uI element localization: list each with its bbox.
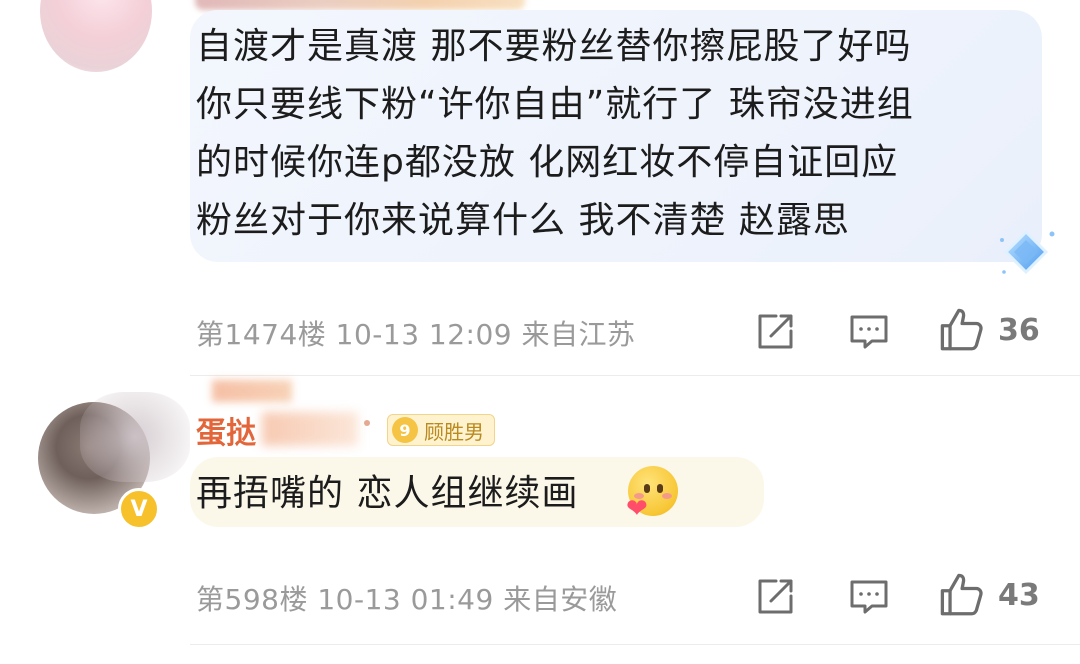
like-count: 36 [998,313,1040,348]
comment-line: 粉丝对于你来说算什么 我不清楚 赵露思 [196,200,850,241]
comment-meta: 第598楼 10-13 01:49 来自安徽 [196,583,618,616]
share-icon[interactable] [754,311,796,353]
thumb-up-icon[interactable] [938,571,984,617]
share-icon[interactable] [754,576,796,618]
diamond-badge-icon [1000,229,1055,275]
fan-level: 9 [392,417,418,443]
heart-icon: ❤ [626,494,648,524]
comment-meta: 第1474楼 10-13 12:09 来自江苏 [196,318,636,351]
comment-line: 你只要线下粉“许你自由”就行了 珠帘没进组 [196,84,914,125]
comment-line: 自渡才是真渡 那不要粉丝替你擦屁股了好吗 [196,26,912,67]
comment-text: 再捂嘴的 恋人组继续画 [196,473,579,514]
comment-text: 自渡才是真渡 那不要粉丝替你擦屁股了好吗 你只要线下粉“许你自由”就行了 珠帘没… [196,18,914,250]
divider [190,375,1080,376]
avatar-overlay [80,392,190,482]
fan-badge-name: 顾胜男 [424,419,484,444]
username-blurred [195,0,525,10]
like-count: 43 [998,578,1040,613]
comment-icon[interactable] [848,576,890,618]
username-blurred [212,380,292,402]
fan-badge[interactable]: 9 顾胜男 [387,414,495,446]
divider [190,644,1080,645]
thumb-up-icon[interactable] [938,306,984,352]
avatar[interactable] [40,0,152,72]
verified-badge: V [118,488,160,530]
username[interactable]: 蛋挞 [196,408,256,452]
username-blurred [262,412,358,446]
comment-icon[interactable] [848,311,890,353]
separator-dot [364,420,370,426]
comment-line: 的时候你连p都没放 化网红妆不停自证回应 [196,142,899,183]
